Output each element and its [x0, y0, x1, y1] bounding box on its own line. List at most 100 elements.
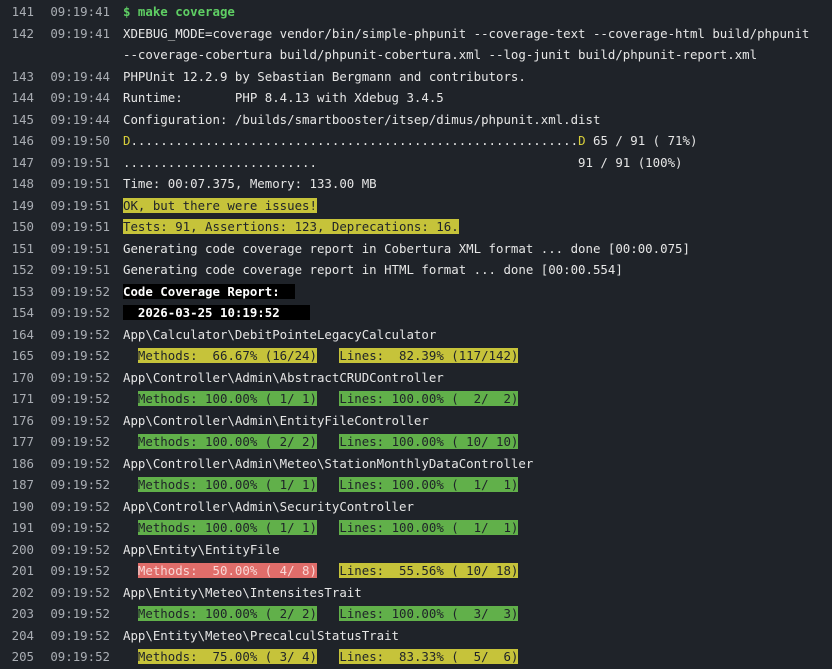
log-timestamp: 09:19:52: [50, 606, 110, 621]
log-text: App\Controller\Admin\Meteo\StationMonthl…: [123, 453, 832, 475]
log-line: 146 09:19:50 D............................…: [0, 130, 832, 152]
log-message: Runtime: PHP 8.4.13 with Xdebug 3.4.5: [123, 90, 444, 105]
log-line: 142 09:19:41 XDEBUG_MODE=coverage vendor/b…: [0, 23, 832, 66]
log-text: Methods: 100.00% ( 1/ 1) Lines: 100.00% …: [123, 474, 832, 496]
line-number-link[interactable]: 201: [0, 560, 34, 582]
log-message: Configuration: /builds/smartbooster/itse…: [123, 111, 601, 127]
log-text: Time: 00:07.375, Memory: 133.00 MB: [123, 173, 832, 195]
log-text: App\Entity\Meteo\IntensitesTrait: [123, 582, 832, 604]
line-number-link[interactable]: 191: [0, 517, 34, 539]
log-text: Generating code coverage report in Cober…: [123, 238, 832, 260]
log-timestamp: 09:19:44: [50, 68, 110, 84]
log-line: 186 09:19:52 App\Controller\Admin\Meteo\St…: [0, 453, 832, 475]
progress-segment: 65 / 91 ( 71%): [585, 133, 698, 148]
log-text: Tests: 91, Assertions: 123, Deprecations…: [123, 216, 832, 238]
line-number-link[interactable]: 154: [0, 302, 34, 324]
log-text: App\Calculator\DebitPointeLegacyCalculat…: [123, 324, 832, 346]
coverage-methods-badge: Methods: 66.67% (16/24): [137, 348, 317, 363]
log-timestamp: 09:19:51: [50, 176, 110, 191]
log-line: 204 09:19:52 App\Entity\Meteo\PrecalculSta…: [0, 625, 832, 647]
line-number-link[interactable]: 151: [0, 238, 34, 260]
log-text: Runtime: PHP 8.4.13 with Xdebug 3.4.5: [123, 87, 832, 109]
log-message: PHPUnit 12.2.9 by Sebastian Bergmann and…: [123, 68, 526, 84]
log-timestamp: 09:19:51: [50, 154, 110, 170]
line-number-link[interactable]: 177: [0, 431, 34, 453]
log-timestamp: 09:19:52: [50, 520, 110, 535]
log-timestamp: 09:19:52: [50, 563, 110, 578]
log-line: 164 09:19:52 App\Calculator\DebitPointeLeg…: [0, 324, 832, 346]
coverage-methods-badge: Methods: 100.00% ( 2/ 2): [137, 434, 317, 449]
line-number-link[interactable]: 146: [0, 130, 34, 152]
coverage-methods-badge: Methods: 100.00% ( 1/ 1): [137, 391, 317, 406]
log-timestamp: 09:19:52: [50, 412, 110, 428]
line-number-link[interactable]: 150: [0, 216, 34, 238]
line-number-link[interactable]: 147: [0, 152, 34, 174]
line-number-link[interactable]: 205: [0, 646, 34, 668]
log-text: $ make coverage: [123, 1, 832, 23]
line-number-link[interactable]: 190: [0, 496, 34, 518]
line-number-link[interactable]: 142: [0, 23, 34, 45]
line-number-link[interactable]: 187: [0, 474, 34, 496]
coverage-methods-badge: Methods: 75.00% ( 3/ 4): [137, 649, 317, 664]
line-number-link[interactable]: 141: [0, 1, 34, 23]
log-timestamp: 09:19:44: [50, 111, 110, 127]
log-line: 200 09:19:52 App\Entity\EntityFile: [0, 539, 832, 561]
line-number-link[interactable]: 171: [0, 388, 34, 410]
log-message: App\Entity\Meteo\PrecalculStatusTrait: [123, 627, 400, 643]
log-timestamp: 09:19:52: [50, 498, 110, 514]
log-line: 171 09:19:52 Methods: 100.00% ( 1/ 1) Lin…: [0, 388, 832, 410]
log-text: Methods: 100.00% ( 2/ 2) Lines: 100.00% …: [123, 431, 832, 453]
log-message: App\Controller\Admin\AbstractCRUDControl…: [123, 369, 444, 385]
log-timestamp: 09:19:52: [50, 348, 110, 363]
log-text: Methods: 66.67% (16/24) Lines: 82.39% (1…: [123, 345, 832, 367]
line-number-link[interactable]: 143: [0, 66, 34, 88]
log-timestamp: 09:19:51: [50, 262, 110, 277]
line-number-link[interactable]: 200: [0, 539, 34, 561]
log-text: Configuration: /builds/smartbooster/itse…: [123, 109, 832, 131]
coverage-methods-badge: Methods: 100.00% ( 1/ 1): [137, 520, 317, 535]
log-text: .......................... 91 / 91 (100%…: [123, 152, 832, 174]
line-number-link[interactable]: 165: [0, 345, 34, 367]
log-timestamp: 09:19:52: [50, 326, 110, 342]
log-timestamp: 09:19:41: [50, 4, 110, 19]
log-text: App\Entity\EntityFile: [123, 539, 832, 561]
log-message: App\Controller\Admin\SecurityController: [123, 498, 414, 514]
coverage-lines-badge: Lines: 100.00% ( 2/ 2): [339, 391, 519, 406]
line-number-link[interactable]: 170: [0, 367, 34, 389]
line-number-link[interactable]: 153: [0, 281, 34, 303]
log-line: 143 09:19:44 PHPUnit 12.2.9 by Sebastian B…: [0, 66, 832, 88]
log-line: 145 09:19:44 Configuration: /builds/smartb…: [0, 109, 832, 131]
coverage-lines-badge: Lines: 100.00% ( 10/ 10): [339, 434, 519, 449]
line-number-link[interactable]: 164: [0, 324, 34, 346]
coverage-methods-badge: Methods: 100.00% ( 2/ 2): [137, 606, 317, 621]
line-number-link[interactable]: 186: [0, 453, 34, 475]
log-message: Time: 00:07.375, Memory: 133.00 MB: [123, 176, 377, 191]
line-number-link[interactable]: 144: [0, 87, 34, 109]
line-number-link[interactable]: 145: [0, 109, 34, 131]
log-timestamp: 09:19:52: [50, 434, 110, 449]
log-line: 165 09:19:52 Methods: 66.67% (16/24) Line…: [0, 345, 832, 367]
line-number-link[interactable]: 152: [0, 259, 34, 281]
log-line: 203 09:19:52 Methods: 100.00% ( 2/ 2) Lin…: [0, 603, 832, 625]
log-line: 202 09:19:52 App\Entity\Meteo\IntensitesTr…: [0, 582, 832, 604]
log-message: App\Controller\Admin\EntityFileControlle…: [123, 412, 429, 428]
line-number-link[interactable]: 203: [0, 603, 34, 625]
log-line: 149 09:19:51 OK, but there were issues!: [0, 195, 832, 217]
log-line: 147 09:19:51 .......................... 91…: [0, 152, 832, 174]
log-timestamp: 09:19:52: [50, 477, 110, 492]
log-timestamp: 09:19:50: [50, 133, 110, 148]
coverage-lines-badge: Lines: 55.56% ( 10/ 18): [339, 563, 519, 578]
line-number-link[interactable]: 149: [0, 195, 34, 217]
log-timestamp: 09:19:52: [50, 627, 110, 643]
log-line: 153 09:19:52 Code Coverage Report:: [0, 281, 832, 303]
coverage-header: Code Coverage Report:: [123, 283, 295, 299]
log-message: OK, but there were issues!: [123, 197, 317, 213]
log-message: Tests: 91, Assertions: 123, Deprecations…: [123, 219, 459, 234]
log-text: D.......................................…: [123, 130, 832, 152]
line-number-link[interactable]: 176: [0, 410, 34, 432]
line-number-link[interactable]: 148: [0, 173, 34, 195]
log-message: .......................... 91 / 91 (100%…: [123, 154, 683, 170]
log-line: 148 09:19:51 Time: 00:07.375, Memory: 133.…: [0, 173, 832, 195]
line-number-link[interactable]: 204: [0, 625, 34, 647]
line-number-link[interactable]: 202: [0, 582, 34, 604]
